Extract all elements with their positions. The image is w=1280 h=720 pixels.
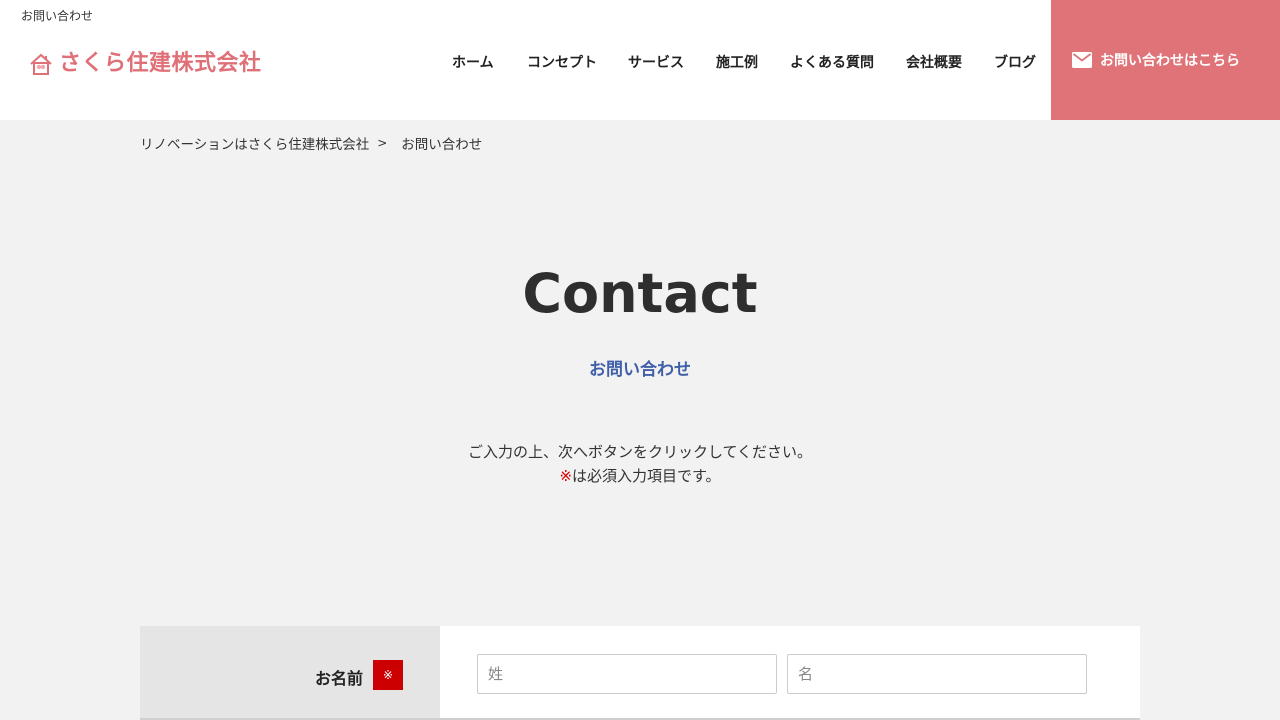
nav-item-concept[interactable]: コンセプト (527, 52, 597, 72)
site-logo[interactable]: さくら住建株式会社 (29, 50, 262, 78)
last-name-input[interactable] (477, 654, 777, 694)
instructions-line-2: ※は必須入力項目です。 (0, 464, 1280, 488)
nav-item-service[interactable]: サービス (628, 52, 684, 72)
nav-item-company[interactable]: 会社概要 (906, 52, 962, 72)
breadcrumb-separator: > (377, 136, 388, 150)
name-label: お名前 (314, 669, 363, 688)
instructions-line-1: ご入力の上、次へボタンをクリックしてください。 (467, 443, 813, 461)
required-mark: ※ (559, 467, 573, 485)
header-top-note: お問い合わせ (21, 9, 94, 23)
mail-icon (1072, 52, 1092, 68)
required-note: は必須入力項目です。 (572, 467, 721, 485)
nav-item-blog[interactable]: ブログ (994, 52, 1036, 72)
breadcrumb-current: お問い合わせ (401, 137, 483, 153)
house-icon (30, 53, 52, 75)
cta-label: お問い合わせはこちら (1100, 53, 1240, 69)
breadcrumb-home-link[interactable]: リノベーションはさくら住建株式会社 (140, 133, 369, 153)
page-subtitle: お問い合わせ (589, 360, 691, 380)
contact-cta-button[interactable]: お問い合わせはこちら (1051, 0, 1280, 120)
nav-item-works[interactable]: 施工例 (716, 52, 758, 72)
logo-text: さくら住建株式会社 (59, 51, 262, 76)
form-instructions: ご入力の上、次へボタンをクリックしてください。 ※は必須入力項目です。 (0, 440, 1280, 488)
form-input-cell (440, 626, 1140, 720)
breadcrumb: リノベーションはさくら住建株式会社 > お問い合わせ (140, 133, 482, 153)
first-name-input[interactable] (787, 654, 1087, 694)
required-badge: ※ (373, 660, 403, 690)
nav-item-home[interactable]: ホーム (452, 52, 494, 72)
page-title: Contact (522, 262, 758, 325)
form-label-cell: お名前 ※ (140, 626, 440, 720)
site-header: お問い合わせ さくら住建株式会社 ホーム コンセプト サービス 施工例 よくある… (0, 0, 1280, 120)
nav-item-faq[interactable]: よくある質問 (790, 52, 874, 72)
form-row-name: お名前 ※ (140, 626, 1140, 720)
